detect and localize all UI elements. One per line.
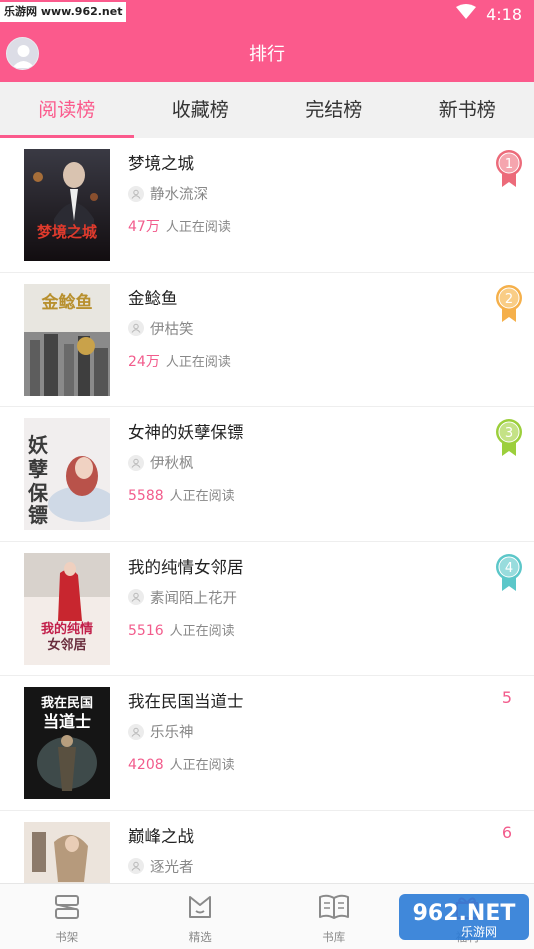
author-line: 伊枯笑 bbox=[128, 318, 194, 339]
status-bar: 乐游网 www.962.net 4:18 bbox=[0, 0, 534, 27]
site-watermark: 乐游网 www.962.net bbox=[0, 2, 127, 22]
wifi-icon bbox=[456, 4, 477, 24]
reading-line: 5516 人正在阅读 bbox=[128, 620, 235, 639]
svg-text:当道士: 当道士 bbox=[43, 712, 91, 731]
author-icon bbox=[128, 858, 144, 874]
list-item[interactable]: 巅峰之战 逐光者 6 bbox=[0, 811, 534, 883]
reading-count: 5588 bbox=[128, 488, 164, 504]
book-cover[interactable] bbox=[24, 821, 110, 883]
reading-line: 4208 人正在阅读 bbox=[128, 754, 235, 773]
author-name: 素闻陌上花开 bbox=[150, 590, 237, 607]
svg-text:2: 2 bbox=[505, 292, 513, 307]
reading-count: 47万 bbox=[128, 219, 160, 235]
book-cover[interactable]: 妖 孽 保 镖 bbox=[24, 418, 110, 530]
page-title: 排行 bbox=[249, 44, 285, 65]
list-item[interactable]: 梦境之城 梦境之城 静水流深 47万 人正在阅读 1 bbox=[0, 138, 534, 273]
status-icons: 4:18 bbox=[456, 3, 522, 25]
reading-line: 24万 人正在阅读 bbox=[128, 351, 231, 371]
rank-4-medal-icon: 4 bbox=[494, 553, 524, 593]
svg-text:孽: 孽 bbox=[28, 457, 48, 481]
reading-count: 5516 bbox=[128, 622, 164, 639]
nav-featured[interactable]: 精选 bbox=[134, 884, 268, 949]
list-item[interactable]: 金鲶鱼 金鲶鱼 伊枯笑 24万 人正在阅读 2 bbox=[0, 273, 534, 407]
reading-label: 人正在阅读 bbox=[169, 758, 235, 773]
book-title[interactable]: 巅峰之战 bbox=[128, 823, 194, 847]
svg-text:1: 1 bbox=[505, 157, 513, 172]
rank-number: 5 bbox=[501, 688, 512, 707]
book-cover[interactable]: 梦境之城 bbox=[24, 149, 110, 261]
list-item[interactable]: 我的纯情 女邻居 我的纯情女邻居 素闻陌上花开 5516 人正在阅读 4 bbox=[0, 542, 534, 676]
author-line: 静水流深 bbox=[128, 183, 208, 204]
list-item[interactable]: 妖 孽 保 镖 女神的妖孽保镖 伊秋枫 5588 人正在阅读 3 bbox=[0, 407, 534, 542]
nav-library[interactable]: 书库 bbox=[267, 884, 401, 949]
book-title[interactable]: 金鲶鱼 bbox=[128, 285, 178, 309]
watermark-logo: 962.NET 乐游网 bbox=[397, 888, 531, 944]
reading-label: 人正在阅读 bbox=[169, 489, 235, 504]
author-line: 逐光者 bbox=[128, 856, 194, 877]
svg-text:我的纯情: 我的纯情 bbox=[41, 621, 93, 637]
svg-text:乐游网: 乐游网 bbox=[461, 925, 497, 939]
author-line: 乐乐神 bbox=[128, 721, 194, 742]
reading-count: 4208 bbox=[128, 757, 164, 773]
book-list: 梦境之城 梦境之城 静水流深 47万 人正在阅读 1 金鲶鱼 金鲶鱼 伊枯笑 2… bbox=[0, 138, 534, 883]
author-line: 素闻陌上花开 bbox=[128, 587, 237, 608]
rank-3-medal-icon: 3 bbox=[494, 418, 524, 458]
nav-label: 书架 bbox=[55, 930, 79, 944]
book-cover[interactable]: 金鲶鱼 bbox=[24, 283, 110, 396]
author-name: 静水流深 bbox=[150, 187, 208, 203]
svg-text:保: 保 bbox=[27, 481, 49, 505]
reading-line: 5588 人正在阅读 bbox=[128, 485, 235, 504]
svg-text:962.NET: 962.NET bbox=[413, 901, 516, 926]
library-icon bbox=[318, 893, 350, 925]
nav-label: 精选 bbox=[188, 930, 212, 944]
book-title[interactable]: 我在民国当道士 bbox=[128, 688, 244, 712]
app-header: 排行 bbox=[0, 27, 534, 82]
author-icon bbox=[128, 589, 144, 605]
author-name: 伊枯笑 bbox=[150, 321, 194, 338]
rank-1-medal-icon: 1 bbox=[494, 149, 524, 189]
book-title[interactable]: 女神的妖孽保镖 bbox=[128, 419, 244, 443]
nav-bookshelf[interactable]: 书架 bbox=[0, 884, 134, 949]
svg-text:4: 4 bbox=[505, 561, 513, 576]
author-name: 伊秋枫 bbox=[150, 456, 194, 472]
author-name: 乐乐神 bbox=[150, 725, 194, 741]
tab-completed[interactable]: 完结榜 bbox=[267, 82, 401, 138]
author-icon bbox=[128, 185, 144, 202]
ranking-tabs: 阅读榜 收藏榜 完结榜 新书榜 bbox=[0, 82, 534, 138]
reading-label: 人正在阅读 bbox=[165, 220, 231, 235]
rank-2-medal-icon: 2 bbox=[494, 284, 524, 324]
svg-text:女邻居: 女邻居 bbox=[47, 637, 86, 653]
tab-new-books[interactable]: 新书榜 bbox=[401, 82, 534, 138]
reading-line: 47万 人正在阅读 bbox=[128, 216, 231, 236]
svg-text:金鲶鱼: 金鲶鱼 bbox=[41, 292, 93, 313]
book-title[interactable]: 梦境之城 bbox=[128, 150, 194, 174]
tab-favorites[interactable]: 收藏榜 bbox=[134, 82, 268, 138]
book-cover[interactable]: 我的纯情 女邻居 bbox=[24, 552, 110, 665]
author-icon bbox=[128, 320, 144, 336]
reading-count: 24万 bbox=[128, 353, 160, 370]
author-icon bbox=[128, 723, 144, 740]
svg-text:3: 3 bbox=[505, 426, 513, 441]
list-item[interactable]: 我在民国 当道士 我在民国当道士 乐乐神 4208 人正在阅读 5 bbox=[0, 676, 534, 811]
book-title[interactable]: 我的纯情女邻居 bbox=[128, 554, 244, 578]
featured-icon bbox=[186, 893, 214, 925]
svg-text:妖: 妖 bbox=[28, 433, 48, 457]
reading-label: 人正在阅读 bbox=[169, 623, 235, 639]
nav-label: 书库 bbox=[322, 930, 346, 944]
rank-number: 6 bbox=[501, 822, 512, 842]
svg-text:梦境之城: 梦境之城 bbox=[37, 223, 97, 241]
svg-text:我在民国: 我在民国 bbox=[41, 695, 93, 711]
author-name: 逐光者 bbox=[150, 859, 194, 876]
svg-text:镖: 镖 bbox=[28, 503, 48, 527]
status-time: 4:18 bbox=[486, 4, 522, 24]
author-line: 伊秋枫 bbox=[128, 452, 194, 473]
reading-label: 人正在阅读 bbox=[165, 354, 231, 370]
tab-reading[interactable]: 阅读榜 bbox=[0, 82, 134, 138]
book-cover[interactable]: 我在民国 当道士 bbox=[24, 687, 110, 799]
author-icon bbox=[128, 454, 144, 471]
bookshelf-icon bbox=[53, 893, 81, 925]
